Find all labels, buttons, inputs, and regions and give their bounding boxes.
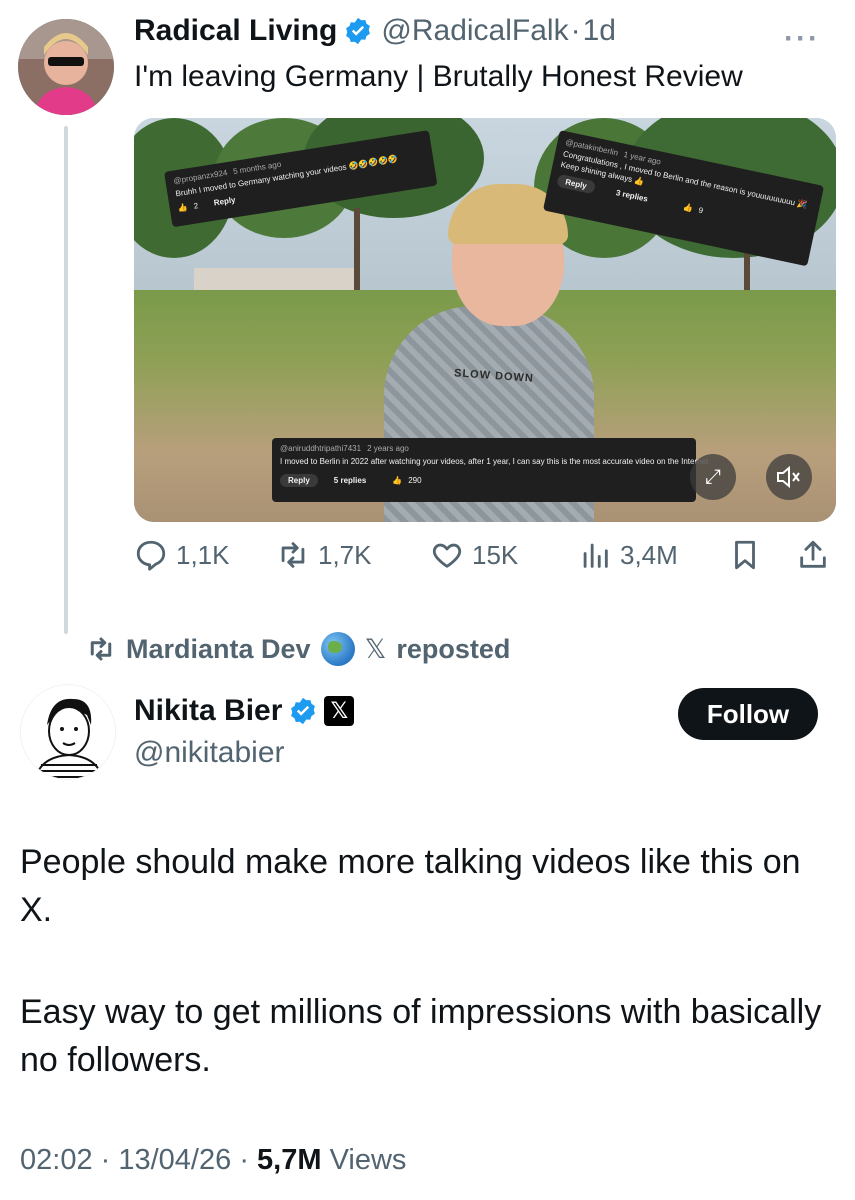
bookmark-button[interactable] (728, 538, 762, 572)
expand-icon[interactable]: ⤢ (690, 454, 736, 500)
reply-count: 1,1K (176, 539, 230, 570)
verified-badge-icon (291, 697, 316, 725)
author-handle[interactable]: @nikitabier (134, 736, 285, 770)
avatar-image (21, 685, 115, 779)
main-tweet-name-row: Nikita Bier 𝕏 (134, 694, 355, 728)
comment-replies: 3 replies (615, 188, 649, 204)
x-logo-icon: 𝕏 (364, 633, 387, 664)
repost-icon (90, 637, 112, 661)
comment-reply: Reply (556, 173, 596, 195)
comment-reply: Reply (213, 195, 237, 208)
quoted-tweet-header: Radical Living @RadicalFalk · 1d (134, 14, 616, 48)
separator-dot: · (100, 1144, 119, 1176)
views-count: 5,7M (257, 1144, 322, 1176)
comment-likes: 2 (192, 201, 199, 211)
tweet-paragraph-1: People should make more talking videos l… (20, 843, 801, 929)
verified-badge-icon (346, 17, 371, 45)
mute-icon[interactable] (766, 454, 812, 500)
thumbs-up-icon: 👍 (177, 202, 189, 214)
avatar-image (18, 19, 114, 115)
reposter-name[interactable]: Mardianta Dev (126, 634, 311, 665)
reply-button[interactable]: 1,1K (134, 538, 230, 572)
bookmark-icon (735, 540, 755, 570)
separator-dot: · (239, 1144, 258, 1176)
x-affiliate-badge-icon: 𝕏 (324, 696, 355, 726)
share-button[interactable] (796, 538, 830, 572)
comment-text: I moved to Berlin in 2022 after watching… (280, 457, 709, 466)
quoted-tweet-text: I'm leaving Germany | Brutally Honest Re… (134, 60, 743, 93)
author-handle[interactable]: @RadicalFalk (381, 14, 568, 48)
nikita-bier-avatar[interactable] (20, 684, 116, 780)
tweet-meta: 02:02 · 13/04/26 · 5,7M Views (20, 1144, 406, 1177)
thumbs-up-icon: 👍 (392, 476, 403, 485)
tweet-paragraph-2: Easy way to get millions of impressions … (20, 993, 822, 1079)
globe-emoji-icon (320, 632, 355, 666)
separator-dot: · (570, 14, 581, 47)
views-button[interactable]: 3,4M (578, 538, 678, 572)
tweet-time[interactable]: 02:02 (20, 1144, 93, 1176)
reply-icon (136, 540, 166, 571)
comment-likes: 9 (697, 205, 704, 216)
radical-living-avatar[interactable] (18, 19, 114, 115)
like-button[interactable]: 15K (430, 538, 518, 572)
author-name[interactable]: Nikita Bier (134, 694, 282, 728)
repost-icon (281, 542, 305, 568)
like-count: 15K (472, 539, 519, 570)
repost-indicator: Mardianta Dev 𝕏 reposted (86, 632, 510, 666)
heart-icon (432, 543, 462, 568)
more-options-icon[interactable]: ··· (784, 22, 820, 56)
repost-count: 1,7K (318, 539, 372, 570)
overlay-comment-3: @aniruddhtripathi7431 2 years ago I moved… (272, 438, 708, 502)
tweet-date[interactable]: 13/04/26 (118, 1144, 231, 1176)
comment-user: @aniruddhtripathi7431 (280, 444, 362, 453)
thumbs-up-icon: 👍 (682, 202, 694, 214)
speaker-muted-glyph (777, 466, 800, 488)
comment-replies: 5 replies (333, 476, 367, 485)
views-count: 3,4M (620, 539, 678, 570)
comment-likes: 290 (408, 476, 422, 485)
quoted-tweet-actions: 1,1K 1,7K 15K 3,4M (134, 538, 836, 578)
views-chart-icon (583, 543, 608, 568)
thread-connector-line (64, 126, 68, 634)
views-label: Views (329, 1144, 407, 1176)
author-name[interactable]: Radical Living (134, 14, 337, 48)
tweet-time[interactable]: 1d (583, 14, 616, 48)
video-player[interactable]: SLOW DOWN @propanzx924 5 months ago Bruhh… (134, 118, 836, 522)
comment-age: 2 years ago (367, 444, 409, 453)
reposted-label: reposted (396, 633, 511, 664)
share-icon (800, 540, 826, 568)
comment-reply: Reply (280, 474, 318, 487)
follow-button[interactable]: Follow (678, 688, 818, 740)
repost-button[interactable]: 1,7K (276, 538, 372, 572)
